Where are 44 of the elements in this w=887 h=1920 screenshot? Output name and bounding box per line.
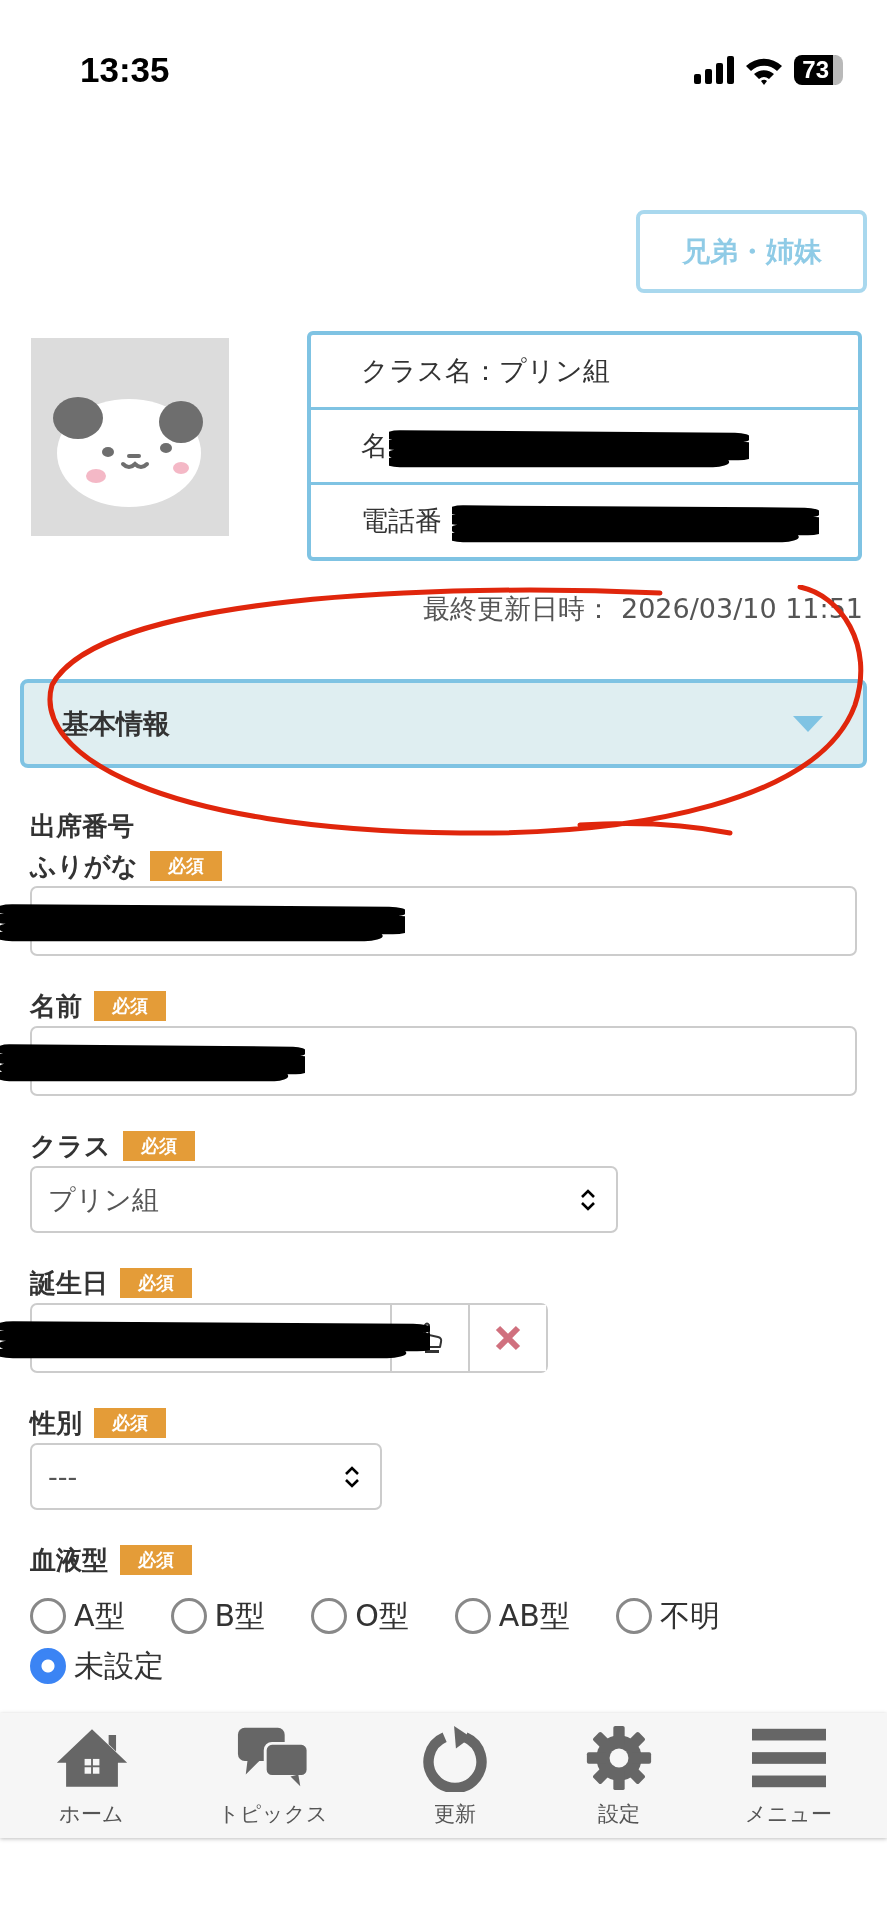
radio-button[interactable] xyxy=(311,1598,348,1634)
radio-label: A型 xyxy=(74,1596,125,1635)
clear-icon xyxy=(495,1325,521,1351)
field-label: クラス xyxy=(30,1129,111,1163)
radio-label: O型 xyxy=(355,1596,409,1635)
info-text: 電話番 xyxy=(361,504,442,538)
tab-button[interactable]: トピックス xyxy=(218,1723,329,1828)
radio-button[interactable] xyxy=(30,1598,66,1634)
tab-button[interactable]: 設定 xyxy=(581,1723,656,1828)
clock-time: 13:35 xyxy=(80,50,170,90)
radio-button[interactable] xyxy=(30,1648,66,1684)
field-label: 性別 xyxy=(30,1406,82,1440)
radio-label: B型 xyxy=(214,1596,266,1635)
required-badge: 必須 xyxy=(94,1408,166,1438)
radio-label: 未設定 xyxy=(74,1646,164,1685)
required-badge: 必須 xyxy=(120,1268,192,1298)
required-badge: 必須 xyxy=(123,1131,195,1161)
input-field[interactable] xyxy=(30,1026,857,1096)
select-field[interactable]: --- xyxy=(30,1443,382,1510)
required-badge: 必須 xyxy=(150,851,222,881)
radio-button[interactable] xyxy=(170,1598,207,1634)
select-field[interactable]: プリン組 xyxy=(30,1166,618,1233)
radio-label: 不明 xyxy=(659,1596,720,1635)
dropdown-triangle-icon xyxy=(793,715,823,732)
input-field[interactable] xyxy=(30,886,857,956)
section-title: 基本情報 xyxy=(62,706,170,741)
radio-button[interactable] xyxy=(454,1598,491,1634)
required-badge: 必須 xyxy=(120,1545,192,1575)
info-text: クラス名：プリン組 xyxy=(361,354,610,388)
field-label: 誕生日 xyxy=(30,1266,108,1300)
field-label: 名前 xyxy=(30,989,82,1023)
battery-indicator: 73 xyxy=(794,55,843,85)
field-label: ふりがな xyxy=(30,849,138,883)
field-label: 出席番号 xyxy=(30,809,134,843)
radio-label: AB型 xyxy=(498,1596,570,1635)
section-header[interactable]: 基本情報 xyxy=(20,679,867,768)
required-badge: 必須 xyxy=(94,991,166,1021)
signal-icon xyxy=(694,56,735,84)
tab-button[interactable]: ホーム xyxy=(54,1723,129,1828)
radio-button[interactable] xyxy=(615,1598,652,1634)
field-label: 血液型 xyxy=(30,1543,108,1577)
tab-button[interactable]: 更新 xyxy=(418,1723,492,1828)
tab-button[interactable]: メニュー xyxy=(745,1723,833,1828)
info-text: 名 xyxy=(361,429,388,463)
